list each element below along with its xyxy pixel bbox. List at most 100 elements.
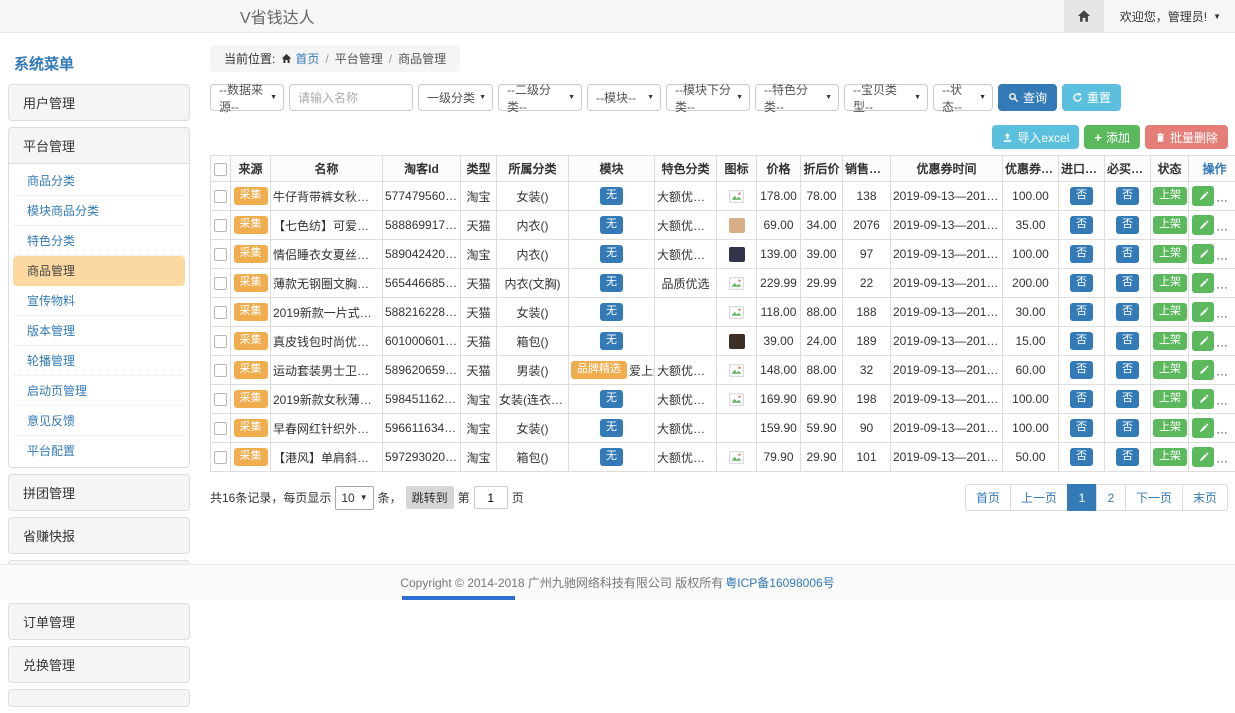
row-checkbox[interactable] xyxy=(214,277,227,290)
edit-button[interactable] xyxy=(1192,273,1214,293)
jump-to-button[interactable]: 跳转到 xyxy=(406,486,454,509)
page-button-首页[interactable]: 首页 xyxy=(965,484,1011,511)
import-select-cell-badge[interactable]: 否 xyxy=(1070,303,1093,320)
edit-button[interactable] xyxy=(1192,244,1214,264)
edit-button[interactable] xyxy=(1192,331,1214,351)
must-buy-cell-badge[interactable]: 否 xyxy=(1116,448,1139,465)
type-cell: 天猫 xyxy=(461,269,497,298)
sidebar-item-意见反馈[interactable]: 意见反馈 xyxy=(13,406,185,436)
row-checkbox[interactable] xyxy=(214,219,227,232)
must-buy-cell-badge[interactable]: 否 xyxy=(1116,419,1139,436)
module-content: 无 xyxy=(600,390,623,407)
import-select-cell-badge[interactable]: 否 xyxy=(1070,419,1093,436)
sidebar-item-模块商品分类[interactable]: 模块商品分类 xyxy=(13,196,185,226)
status-cell-badge[interactable]: 上架 xyxy=(1153,216,1187,233)
page-button-末页[interactable]: 末页 xyxy=(1182,484,1228,511)
search-button[interactable]: 查询 xyxy=(998,84,1057,111)
must-buy-cell-badge[interactable]: 否 xyxy=(1116,361,1139,378)
edit-button[interactable] xyxy=(1192,418,1214,438)
must-buy-cell-badge[interactable]: 否 xyxy=(1116,303,1139,320)
sidebar-item-特色分类[interactable]: 特色分类 xyxy=(13,226,185,256)
status-cell-badge[interactable]: 上架 xyxy=(1153,332,1187,349)
upload-icon xyxy=(1002,132,1013,143)
page-button-2[interactable]: 2 xyxy=(1096,484,1126,511)
must-buy-cell-badge[interactable]: 否 xyxy=(1116,216,1139,233)
import-select-cell-badge[interactable]: 否 xyxy=(1070,361,1093,378)
edit-button[interactable] xyxy=(1192,389,1214,409)
name-search-input[interactable] xyxy=(289,84,413,111)
select-all-checkbox[interactable] xyxy=(214,163,227,176)
row-checkbox[interactable] xyxy=(214,248,227,261)
category-cell: 内衣() xyxy=(497,240,569,269)
source-badge: 采集 xyxy=(234,187,268,204)
sidebar-item-轮播管理[interactable]: 轮播管理 xyxy=(13,346,185,376)
row-checkbox[interactable] xyxy=(214,306,227,319)
must-buy-cell-badge[interactable]: 否 xyxy=(1116,187,1139,204)
import-select-cell-badge[interactable]: 否 xyxy=(1070,390,1093,407)
filter-select-status[interactable]: --状态--▼ xyxy=(933,84,993,111)
page-button-1[interactable]: 1 xyxy=(1067,484,1097,511)
status-cell-badge[interactable]: 上架 xyxy=(1153,448,1187,465)
home-button[interactable] xyxy=(1064,0,1104,32)
row-checkbox[interactable] xyxy=(214,451,227,464)
edit-button[interactable] xyxy=(1192,186,1214,206)
sidebar-item-宣传物料[interactable]: 宣传物料 xyxy=(13,286,185,316)
must-buy-cell-badge[interactable]: 否 xyxy=(1116,245,1139,262)
import-select-cell-badge[interactable]: 否 xyxy=(1070,245,1093,262)
must-buy-cell-badge[interactable]: 否 xyxy=(1116,390,1139,407)
sidebar-section-header[interactable]: 平台管理 xyxy=(9,128,189,163)
status-cell-badge[interactable]: 上架 xyxy=(1153,245,1187,262)
page-button-上一页[interactable]: 上一页 xyxy=(1010,484,1068,511)
edit-button[interactable] xyxy=(1192,360,1214,380)
status-cell-badge[interactable]: 上架 xyxy=(1153,274,1187,291)
row-checkbox[interactable] xyxy=(214,422,227,435)
sidebar-section-header[interactable] xyxy=(9,690,189,706)
row-checkbox[interactable] xyxy=(214,335,227,348)
filter-select-item-type[interactable]: --宝贝类型--▼ xyxy=(844,84,928,111)
filter-select-module-sub-category[interactable]: --模块下分类--▼ xyxy=(666,84,750,111)
user-menu[interactable]: 欢迎您，管理员! ▼ xyxy=(1104,8,1235,25)
sidebar-item-启动页管理[interactable]: 启动页管理 xyxy=(13,376,185,406)
status-cell-badge[interactable]: 上架 xyxy=(1153,187,1187,204)
filter-select-data-source[interactable]: --数据来源--▼ xyxy=(210,84,284,111)
import-select-cell-badge[interactable]: 否 xyxy=(1070,332,1093,349)
must-buy-cell-badge[interactable]: 否 xyxy=(1116,274,1139,291)
add-button[interactable]: + 添加 xyxy=(1084,125,1140,149)
sidebar-item-商品分类[interactable]: 商品分类 xyxy=(13,166,185,196)
import-excel-button[interactable]: 导入excel xyxy=(992,125,1079,149)
jump-page-input[interactable] xyxy=(474,486,508,509)
sidebar-section-header[interactable]: 兑换管理 xyxy=(9,647,189,682)
status-cell-badge[interactable]: 上架 xyxy=(1153,390,1187,407)
row-checkbox[interactable] xyxy=(214,364,227,377)
edit-button[interactable] xyxy=(1192,447,1214,467)
sidebar-item-平台配置[interactable]: 平台配置 xyxy=(13,436,185,465)
import-select-cell-badge[interactable]: 否 xyxy=(1070,187,1093,204)
status-cell-badge[interactable]: 上架 xyxy=(1153,303,1187,320)
sidebar-section-header[interactable]: 订单管理 xyxy=(9,604,189,639)
breadcrumb-home-link[interactable]: 首页 xyxy=(281,50,319,67)
per-page-select[interactable]: 10 ▼ xyxy=(335,486,373,510)
edit-button[interactable] xyxy=(1192,215,1214,235)
status-cell-badge[interactable]: 上架 xyxy=(1153,361,1187,378)
page-button-下一页[interactable]: 下一页 xyxy=(1125,484,1183,511)
filter-select-level1-category[interactable]: 一级分类▼ xyxy=(418,84,493,111)
import-select-cell-badge[interactable]: 否 xyxy=(1070,448,1093,465)
icp-link[interactable]: 粤ICP备16098006号 xyxy=(725,574,834,591)
row-checkbox[interactable] xyxy=(214,393,227,406)
row-checkbox[interactable] xyxy=(214,190,227,203)
edit-button[interactable] xyxy=(1192,302,1214,322)
sidebar-item-商品管理[interactable]: 商品管理 xyxy=(13,256,185,286)
import-select-cell-badge[interactable]: 否 xyxy=(1070,216,1093,233)
sidebar-section-header[interactable]: 拼团管理 xyxy=(9,475,189,510)
filter-select-module[interactable]: --模块--▼ xyxy=(587,84,661,111)
must-buy-cell-badge[interactable]: 否 xyxy=(1116,332,1139,349)
filter-select-level2-category[interactable]: --二级分类--▼ xyxy=(498,84,582,111)
status-cell-badge[interactable]: 上架 xyxy=(1153,419,1187,436)
sidebar-section-header[interactable]: 用户管理 xyxy=(9,85,189,120)
reset-button[interactable]: 重置 xyxy=(1062,84,1121,111)
batch-delete-button[interactable]: 批量删除 xyxy=(1145,125,1228,149)
sidebar-item-版本管理[interactable]: 版本管理 xyxy=(13,316,185,346)
import-select-cell-badge[interactable]: 否 xyxy=(1070,274,1093,291)
sidebar-section-header[interactable]: 省赚快报 xyxy=(9,518,189,553)
filter-select-feature-category[interactable]: --特色分类--▼ xyxy=(755,84,839,111)
